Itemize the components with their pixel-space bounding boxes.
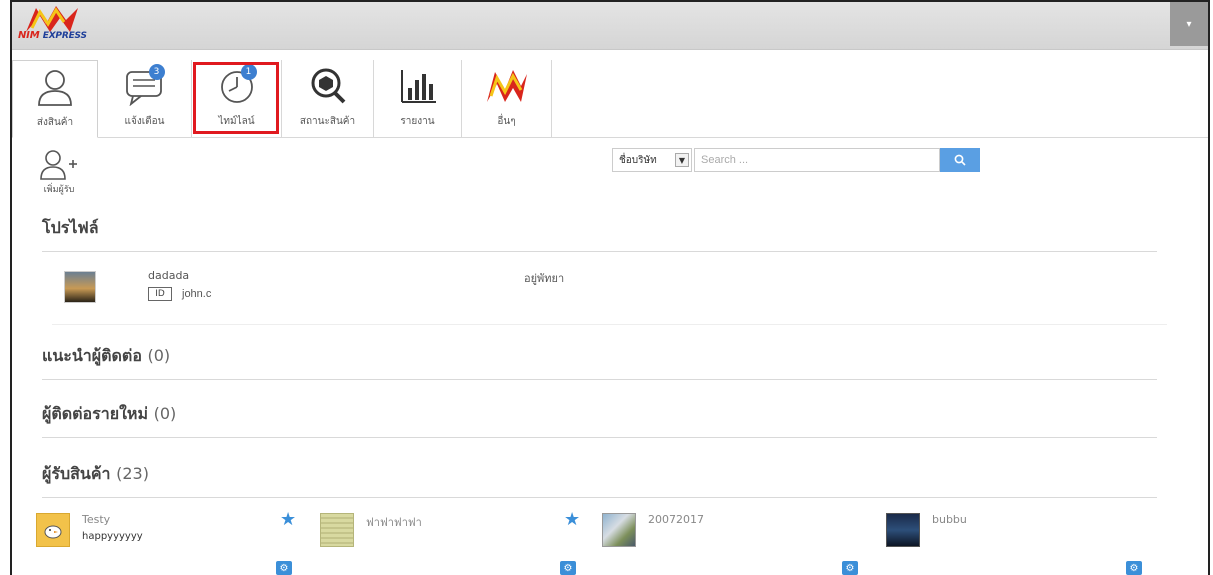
profile-section-heading: โปรไฟล์ — [42, 216, 1157, 252]
receiver-name: Testy — [82, 513, 111, 526]
add-receiver-button[interactable]: เพิ่มผู้รับ — [36, 148, 82, 196]
receiver-card[interactable]: bubbu ⚙ — [886, 511, 1166, 575]
account-menu-button[interactable]: ▾ — [1170, 2, 1208, 46]
profile-address: อยู่พัทยา — [524, 272, 565, 285]
receiver-name: 20072017 — [648, 513, 704, 526]
star-icon[interactable]: ★ — [280, 511, 296, 529]
receiver-avatar — [320, 513, 354, 547]
star-icon[interactable]: ★ — [564, 511, 580, 529]
suggested-contacts-heading[interactable]: แนะนำผู้ติดต่อ (0) — [42, 344, 1157, 380]
search-icon — [954, 154, 966, 166]
receiver-avatar — [886, 513, 920, 547]
notification-count-badge: 3 — [148, 64, 165, 80]
clock-icon: 1 — [213, 64, 261, 108]
gear-icon[interactable]: ⚙ — [560, 561, 576, 575]
receiver-card[interactable]: ฟาฟาฟาฟา ★ ⚙ — [320, 511, 600, 575]
profile-row: dadada ID john.c อยู่พัทยา — [52, 267, 1167, 325]
gear-icon[interactable]: ⚙ — [842, 561, 858, 575]
main-tab-bar: ส่งสินค้า 3 แจ้งเตือน 1 ไทม์ไลน์ สถานะสิ… — [12, 60, 1208, 138]
tab-label: ไทม์ไลน์ — [218, 116, 255, 127]
tab-label: อื่นๆ — [497, 116, 516, 127]
gear-icon[interactable]: ⚙ — [1126, 561, 1142, 575]
tab-others[interactable]: อื่นๆ — [462, 60, 552, 138]
tab-label: สถานะสินค้า — [299, 116, 356, 127]
receiver-avatar — [602, 513, 636, 547]
receiver-subtitle: happyyyyyy — [82, 531, 143, 542]
search-input[interactable] — [694, 148, 940, 172]
chick-avatar-icon — [44, 525, 62, 539]
profile-name: dadada — [148, 269, 190, 282]
section-title: ผู้รับสินค้า (23) — [42, 464, 149, 483]
profile-avatar[interactable] — [64, 271, 96, 303]
tab-label: รายงาน — [400, 116, 435, 127]
profile-user-id: john.c — [182, 288, 212, 300]
tab-send-goods[interactable]: ส่งสินค้า — [12, 60, 98, 138]
section-title: ผู้ติดต่อรายใหม่ (0) — [42, 404, 177, 423]
search-area: ชื่อบริษัท ▼ — [612, 148, 980, 172]
nim-logo-icon — [483, 64, 531, 108]
tab-label: แจ้งเตือน — [124, 116, 165, 127]
nim-express-logo[interactable]: NIM EXPRESS — [16, 4, 112, 46]
tab-package-status[interactable]: สถานะสินค้า — [282, 60, 374, 138]
section-title: แนะนำผู้ติดต่อ (0) — [42, 346, 171, 365]
timeline-count-badge: 1 — [240, 64, 257, 80]
search-button[interactable] — [940, 148, 980, 172]
receiver-card[interactable]: 20072017 ⚙ — [602, 511, 882, 575]
new-contacts-heading[interactable]: ผู้ติดต่อรายใหม่ (0) — [42, 402, 1157, 438]
tab-timeline[interactable]: 1 ไทม์ไลน์ — [192, 60, 282, 138]
app-window: NIM EXPRESS ▾ ส่งสินค้า 3 แจ้งเตือน 1 ไท… — [10, 0, 1210, 575]
person-icon — [31, 65, 79, 109]
bar-chart-icon — [394, 64, 442, 108]
receiver-name: bubbu — [932, 513, 967, 526]
section-title: โปรไฟล์ — [42, 218, 99, 237]
add-receiver-label: เพิ่มผู้รับ — [43, 185, 75, 195]
receiver-avatar — [36, 513, 70, 547]
package-search-icon — [304, 64, 352, 108]
tab-notifications[interactable]: 3 แจ้งเตือน — [98, 60, 192, 138]
chevron-down-icon: ▼ — [675, 153, 689, 167]
tab-report[interactable]: รายงาน — [374, 60, 462, 138]
logo-text: NIM EXPRESS — [18, 30, 87, 41]
id-card-icon: ID — [148, 287, 172, 301]
company-select-value: ชื่อบริษัท — [619, 154, 657, 166]
receiver-card[interactable]: Testy happyyyyyy ★ ⚙ — [36, 511, 316, 575]
receivers-heading[interactable]: ผู้รับสินค้า (23) — [42, 462, 1157, 498]
chat-icon: 3 — [121, 64, 169, 108]
receiver-name: ฟาฟาฟาฟา — [366, 516, 422, 529]
add-person-icon — [40, 150, 77, 180]
tab-label: ส่งสินค้า — [36, 117, 74, 128]
gear-icon[interactable]: ⚙ — [276, 561, 292, 575]
top-bar: NIM EXPRESS ▾ — [12, 2, 1208, 50]
company-select[interactable]: ชื่อบริษัท ▼ — [612, 148, 692, 172]
